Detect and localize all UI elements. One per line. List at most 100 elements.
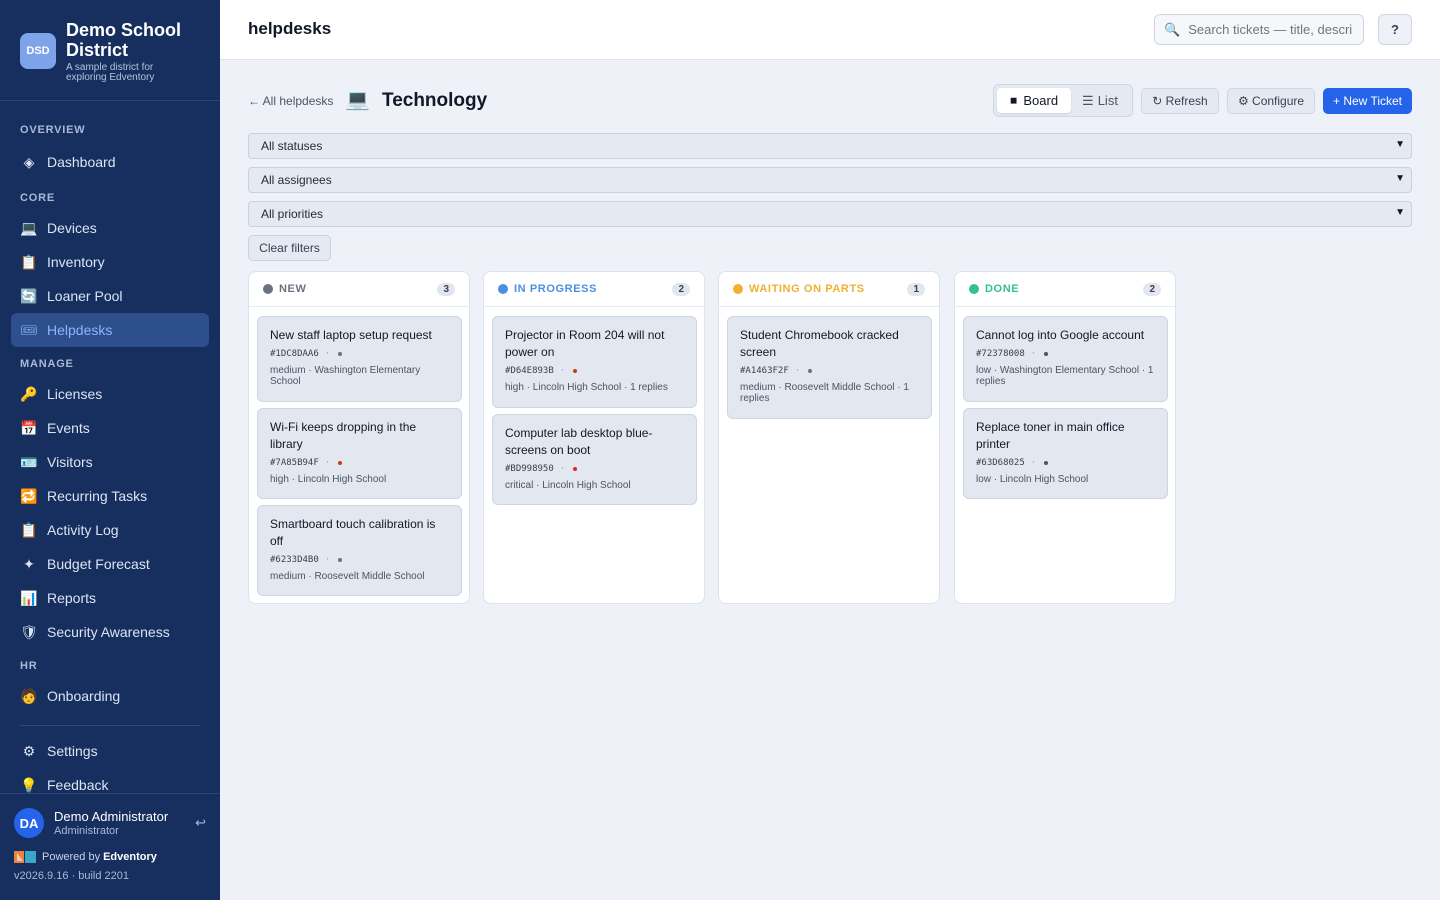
ticket-card[interactable]: Wi-Fi keeps dropping in the library #7A8… (257, 408, 462, 499)
ticket-meta: critical · Lincoln High School (505, 480, 631, 491)
user-role: Administrator (54, 825, 119, 837)
bar-chart-icon: 📊 (20, 589, 38, 606)
ticket-card[interactable]: Projector in Room 204 will not power on … (492, 316, 697, 408)
user-name: Demo Administrator (54, 809, 169, 824)
ticket-meta: medium · Roosevelt Middle School (270, 571, 425, 582)
sparkle-icon: ✦ (23, 555, 35, 572)
sidebar-item-label: Settings (47, 743, 98, 759)
board-column-done: DONE 2 Cannot log into Google account #7… (954, 271, 1176, 604)
ticket-card[interactable]: Student Chromebook cracked screen #A1463… (727, 316, 932, 419)
assignee-filter-value: All assignees (261, 173, 332, 187)
sidebar-item-onboarding[interactable]: 🧑 Onboarding (11, 679, 209, 713)
sidebar-item-inventory[interactable]: 📋 Inventory (11, 245, 209, 279)
sidebar-item-dashboard[interactable]: ◈ Dashboard (11, 145, 209, 179)
ticket-card[interactable]: Computer lab desktop blue-screens on boo… (492, 414, 697, 505)
sidebar-item-label: Activity Log (47, 522, 119, 538)
board-column-in-progress: IN PROGRESS 2 Projector in Room 204 will… (483, 271, 705, 604)
priority-dot (338, 461, 343, 465)
sidebar-item-recurring-tasks[interactable]: 🔁 Recurring Tasks (11, 479, 209, 513)
diamond-icon: ◈ (23, 153, 35, 170)
sidebar: DSD Demo School District A sample distri… (0, 0, 220, 900)
ticket-card[interactable]: Replace toner in main office printer #63… (963, 408, 1168, 499)
list-icon: ☰ (1082, 92, 1094, 108)
calendar-icon: 📅 (20, 419, 38, 436)
sidebar-item-visitors[interactable]: 🪪 Visitors (11, 445, 209, 479)
ticket-title: Smartboard touch calibration is off (270, 517, 436, 548)
column-count: 2 (1143, 282, 1161, 296)
sidebar-item-licenses[interactable]: 🔑 Licenses (11, 377, 209, 411)
priority-dot (573, 467, 578, 471)
sidebar-item-loaner-pool[interactable]: 🔄 Loaner Pool (11, 279, 209, 313)
sidebar-item-activity-log[interactable]: 📋 Activity Log (11, 513, 209, 547)
logout-icon[interactable]: ↩ (195, 815, 206, 831)
org-name: Demo School District (66, 20, 182, 60)
board-column-waiting-on-parts: WAITING ON PARTS 1 Student Chromebook cr… (718, 271, 940, 604)
nav-section-overview: OVERVIEW (20, 124, 86, 136)
ticket-card[interactable]: Smartboard touch calibration is off #623… (257, 505, 462, 596)
ticket-meta: medium · Roosevelt Middle School · 1 rep… (740, 382, 909, 404)
sidebar-item-label: Loaner Pool (47, 288, 123, 304)
laptop-icon: 💻 (345, 89, 370, 111)
column-title: NEW (279, 283, 307, 295)
sidebar-item-label: Visitors (47, 454, 93, 470)
ticket-meta: low · Lincoln High School (976, 474, 1089, 485)
column-status-dot (498, 284, 508, 294)
column-status-dot (969, 284, 979, 294)
sidebar-item-devices[interactable]: 💻 Devices (11, 211, 209, 245)
assignee-filter-select[interactable]: All assignees ▼ (248, 167, 1412, 193)
sidebar-item-label: Feedback (47, 777, 109, 793)
sidebar-item-label: Security Awareness (47, 624, 170, 640)
sidebar-item-security-awareness[interactable]: 🛡 Security Awareness (11, 615, 209, 649)
search-box[interactable]: 🔍 (1154, 14, 1364, 45)
ticket-id: #7A85B94F (270, 458, 319, 468)
ticket-title: Computer lab desktop blue-screens on boo… (505, 426, 653, 457)
sidebar-item-reports[interactable]: 📊 Reports (11, 581, 209, 615)
sidebar-item-helpdesks[interactable]: 🎟 Helpdesks (11, 313, 209, 347)
ticket-card[interactable]: Cannot log into Google account #72378008… (963, 316, 1168, 402)
ticket-card[interactable]: New staff laptop setup request #1DC8DAA6… (257, 316, 462, 402)
new-ticket-button[interactable]: + New Ticket (1323, 88, 1412, 114)
ticket-title: Wi-Fi keeps dropping in the library (270, 420, 417, 451)
ticket-meta: low · Washington Elementary School · 1 r… (976, 365, 1154, 387)
nav-section-manage: MANAGE (20, 358, 74, 370)
ticket-title: Student Chromebook cracked screen (740, 328, 899, 359)
ticket-id: #BD998950 (505, 464, 554, 474)
powered-by: Powered by Edventory (0, 838, 220, 863)
board-view-button[interactable]: ◼ Board (997, 88, 1071, 113)
clear-filters-button[interactable]: Clear filters (248, 235, 331, 261)
list-view-label: List (1097, 93, 1118, 108)
ticket-title: Replace toner in main office printer (976, 420, 1125, 451)
sidebar-item-budget-forecast[interactable]: ✦ Budget Forecast (11, 547, 209, 581)
priority-dot (573, 369, 578, 373)
refresh-button[interactable]: ↻ Refresh (1141, 88, 1219, 114)
sidebar-item-label: Onboarding (47, 688, 121, 704)
priority-filter-select[interactable]: All priorities ▼ (248, 201, 1412, 227)
sidebar-item-events[interactable]: 📅 Events (11, 411, 209, 445)
search-icon: 🔍 (1164, 21, 1181, 37)
back-to-helpdesks-link[interactable]: ← All helpdesks (248, 94, 333, 108)
org-tagline: A sample district for exploring Edventor… (66, 62, 155, 83)
avatar[interactable]: DA (14, 808, 44, 838)
ticket-id: #63D68025 (976, 458, 1025, 468)
sidebar-item-settings[interactable]: ⚙ Settings (11, 734, 209, 768)
edventory-logo-icon (14, 851, 36, 863)
chevron-down-icon: ▼ (1395, 207, 1405, 218)
status-filter-select[interactable]: All statuses ▼ (248, 133, 1412, 159)
configure-button[interactable]: ⚙ Configure (1227, 88, 1315, 114)
gear-icon: ⚙ (22, 742, 36, 759)
ticket-title: New staff laptop setup request (270, 328, 432, 342)
board-icon: ◼ (1009, 95, 1018, 105)
ticket-meta: medium · Washington Elementary School (270, 365, 421, 387)
view-toggle: ◼ Board ☰ List (993, 84, 1133, 117)
lightbulb-icon: 💡 (20, 776, 38, 793)
id-card-icon: 🪪 (20, 453, 38, 470)
ticket-title: Cannot log into Google account (976, 328, 1145, 342)
column-status-dot (263, 284, 273, 294)
priority-dot (338, 352, 343, 356)
nav-section-core: CORE (20, 192, 55, 204)
list-view-button[interactable]: ☰ List (1071, 88, 1129, 113)
search-input[interactable] (1188, 22, 1354, 37)
help-button[interactable]: ? (1378, 14, 1412, 45)
status-filter-value: All statuses (261, 139, 323, 153)
sidebar-item-label: Budget Forecast (47, 556, 150, 572)
